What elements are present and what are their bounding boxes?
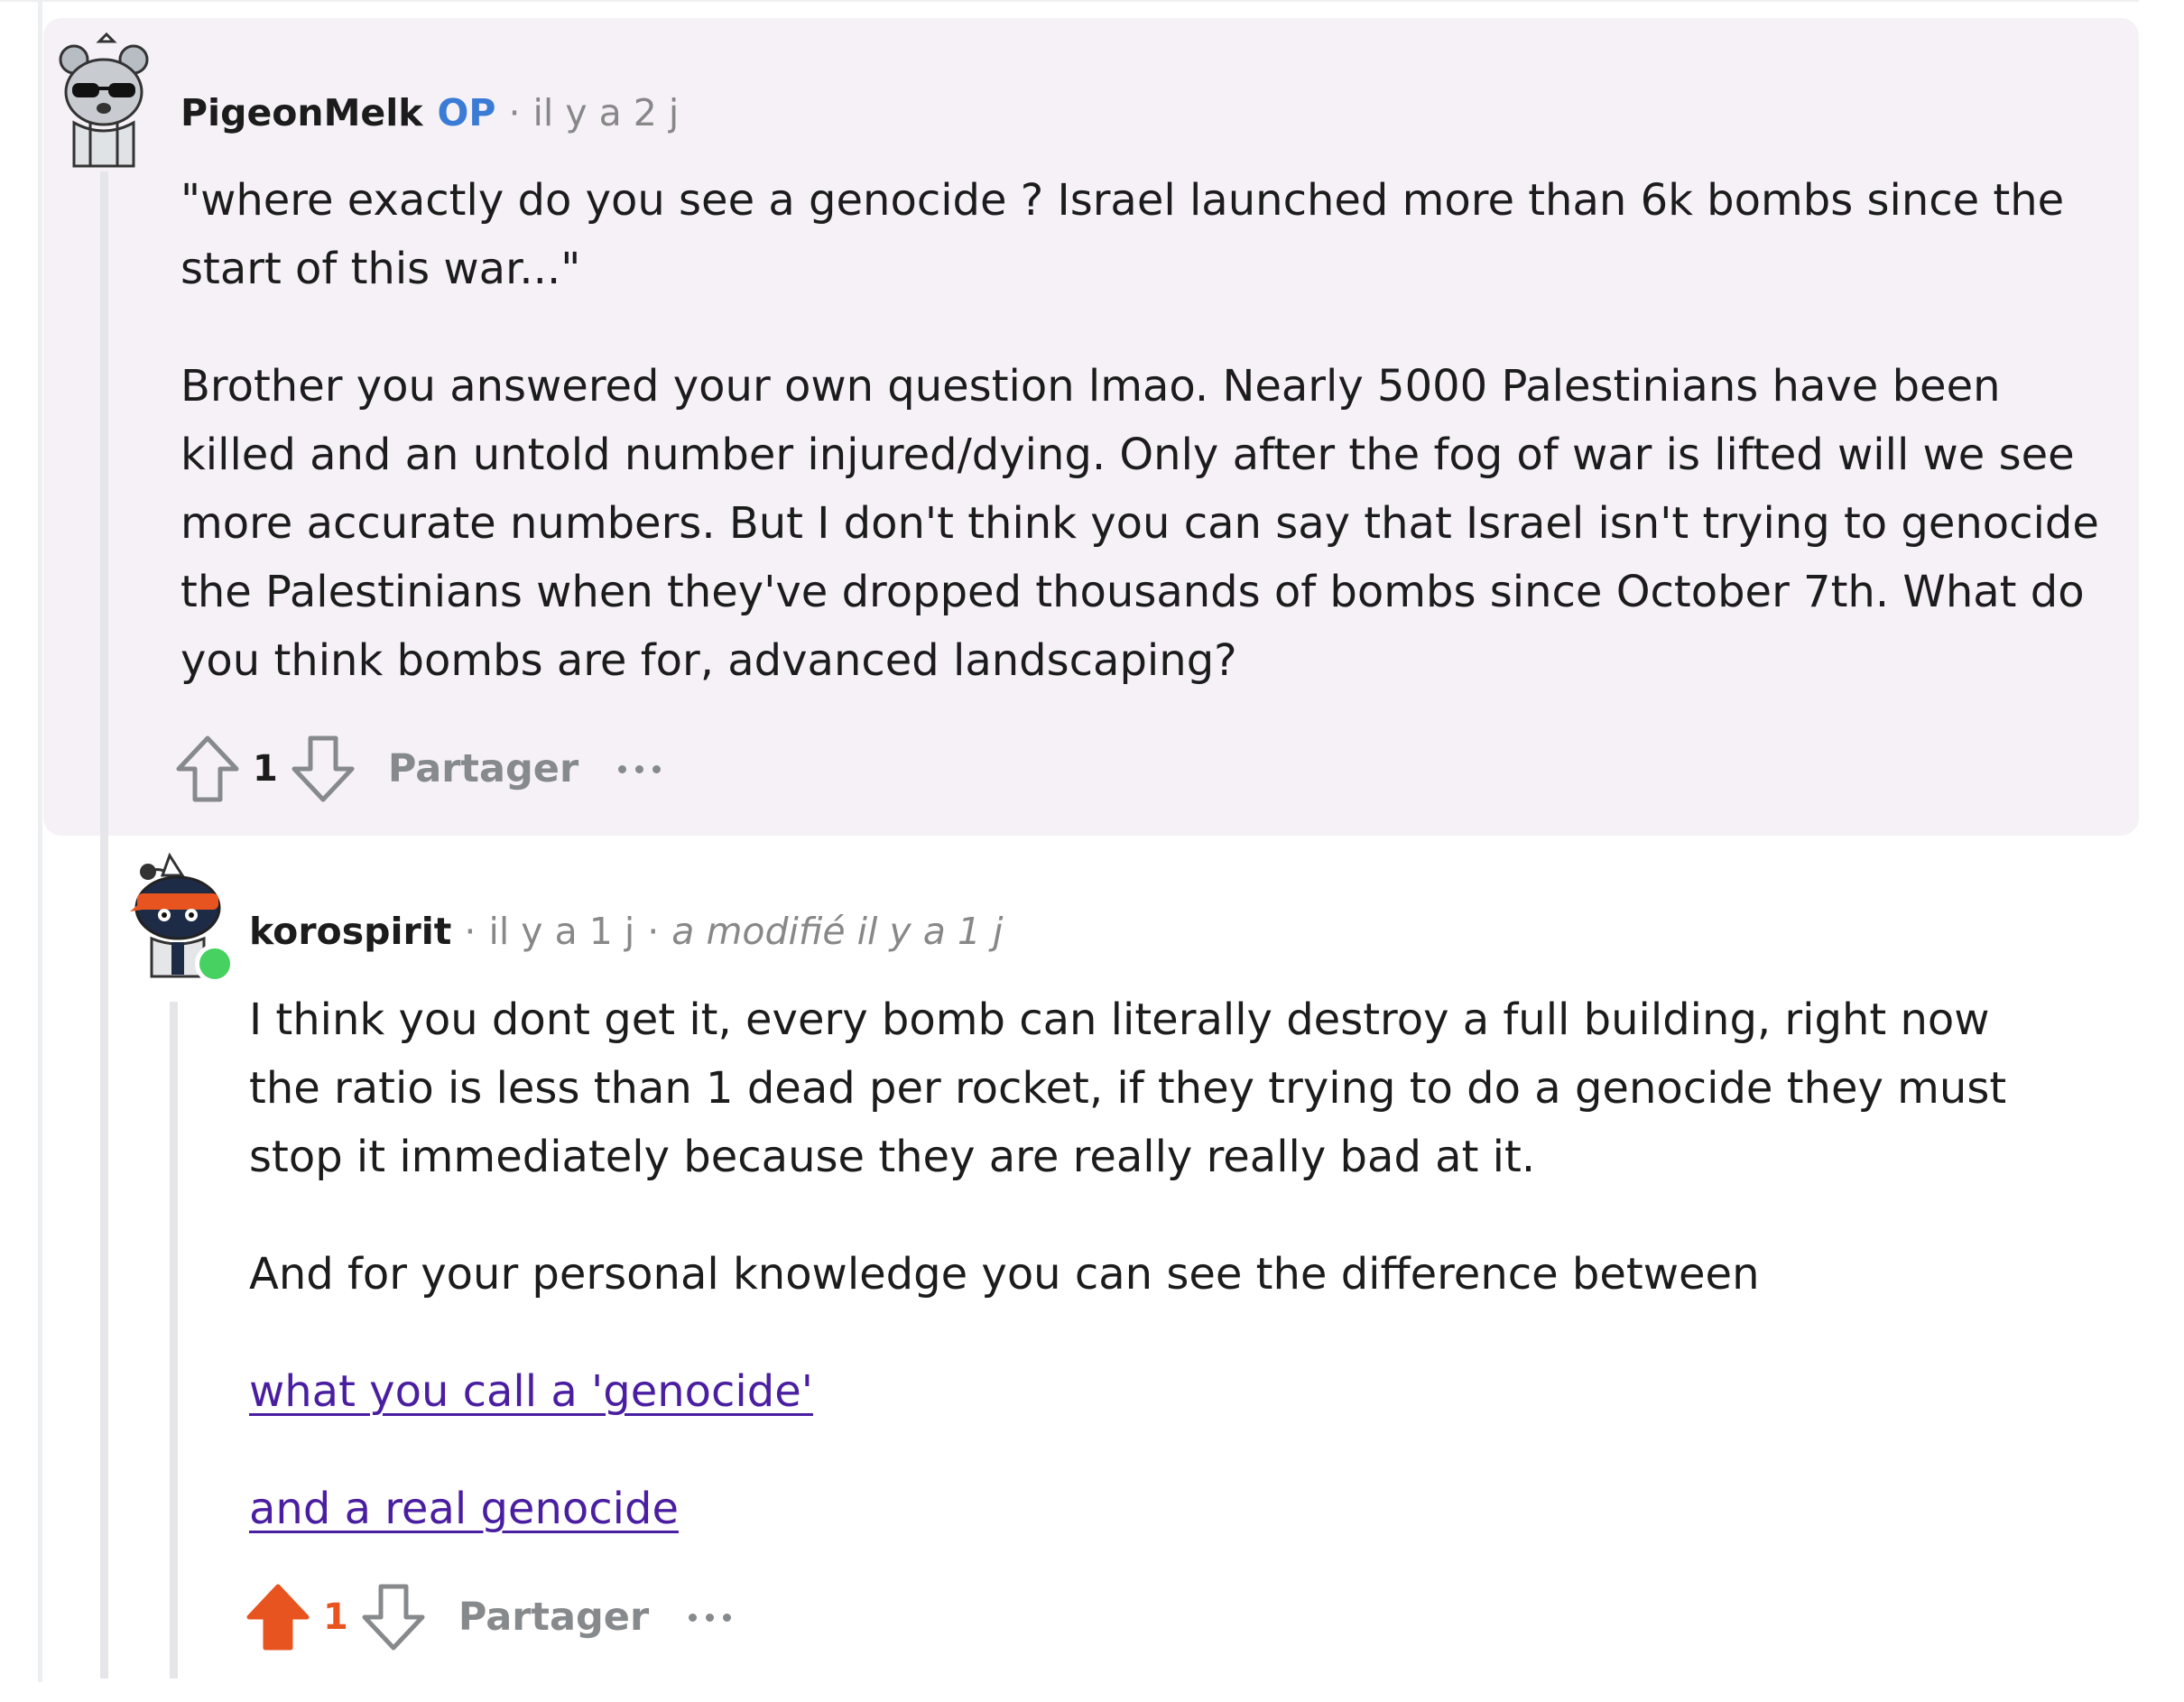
edited-timestamp: a modifié il y a 1 j bbox=[671, 910, 1004, 953]
separator: · bbox=[464, 910, 477, 953]
avatar-koala-sunglasses-icon[interactable] bbox=[54, 32, 153, 168]
thread-line[interactable] bbox=[100, 171, 108, 1679]
avatar-snoo-ninja-icon[interactable] bbox=[128, 852, 235, 987]
more-options-icon[interactable] bbox=[618, 760, 662, 778]
genocide-comparison-link-1[interactable]: what you call a 'genocide' bbox=[249, 1366, 813, 1417]
vote-score: 1 bbox=[323, 1596, 348, 1638]
timestamp[interactable]: il y a 2 j bbox=[533, 95, 680, 132]
share-button[interactable]: Partager bbox=[388, 746, 578, 791]
comment-paragraph: And for your personal knowledge you can … bbox=[249, 1249, 1760, 1300]
upvote-icon-active[interactable] bbox=[245, 1583, 310, 1651]
share-button[interactable]: Partager bbox=[458, 1595, 649, 1640]
timestamp[interactable]: il y a 1 j bbox=[488, 913, 634, 950]
op-badge: OP bbox=[437, 91, 496, 134]
upvote-icon[interactable] bbox=[175, 735, 240, 803]
comment-header: PigeonMelk OP · il y a 2 j bbox=[180, 95, 679, 132]
comment-paragraph: Brother you answered your own question l… bbox=[180, 361, 2099, 686]
downvote-icon[interactable] bbox=[361, 1583, 426, 1651]
comment-header: korospirit · il y a 1 j · a modifié il y… bbox=[249, 913, 1003, 950]
username[interactable]: PigeonMelk bbox=[180, 95, 423, 132]
separator: · bbox=[647, 910, 660, 953]
username[interactable]: korospirit bbox=[249, 913, 451, 950]
comment-body: I think you dont get it, every bomb can … bbox=[249, 985, 2054, 1543]
separator: · bbox=[508, 91, 521, 134]
top-divider bbox=[0, 0, 2139, 2]
genocide-comparison-link-2[interactable]: and a real genocide bbox=[249, 1484, 679, 1534]
thread-line[interactable] bbox=[170, 1002, 178, 1679]
outer-thread-line[interactable] bbox=[38, 0, 42, 1682]
comment-actions: 1 Partager bbox=[245, 1581, 732, 1653]
downvote-icon[interactable] bbox=[291, 735, 356, 803]
online-status-indicator bbox=[195, 944, 235, 984]
vote-score: 1 bbox=[253, 748, 278, 790]
comment-paragraph: "where exactly do you see a genocide ? I… bbox=[180, 175, 2065, 294]
comment-paragraph: I think you dont get it, every bomb can … bbox=[249, 994, 2007, 1182]
comment-body: "where exactly do you see a genocide ? I… bbox=[180, 166, 2112, 695]
more-options-icon[interactable] bbox=[689, 1608, 732, 1626]
comment-actions: 1 Partager bbox=[175, 733, 662, 805]
